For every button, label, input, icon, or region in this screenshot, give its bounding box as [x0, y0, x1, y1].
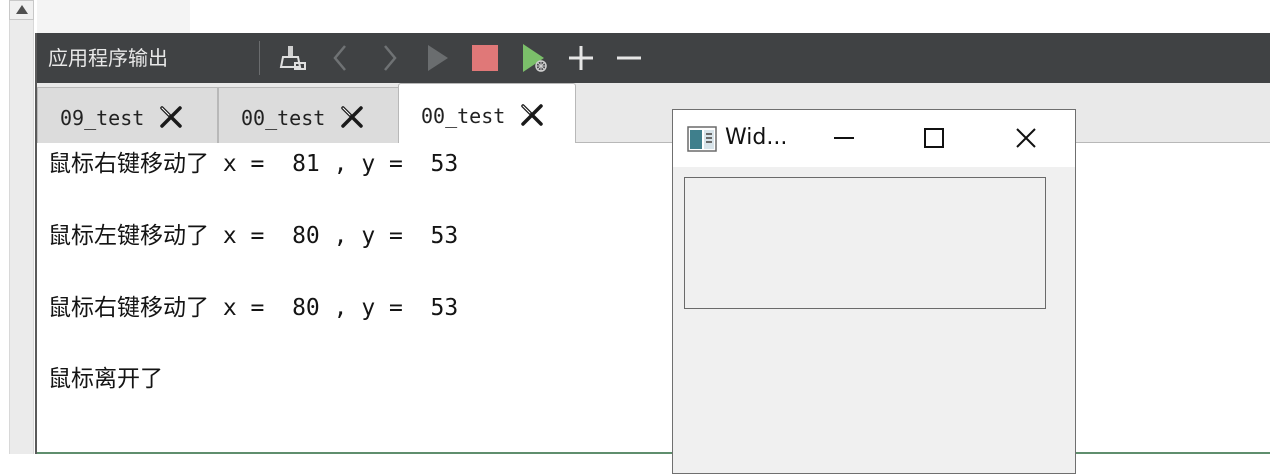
debug-run-icon: [523, 44, 547, 72]
close-icon: [1016, 128, 1036, 148]
maximize-button[interactable]: [912, 120, 956, 156]
zoom-out-button[interactable]: [611, 40, 647, 76]
tab-00-test[interactable]: 00_test: [218, 87, 399, 143]
run-button[interactable]: [419, 40, 455, 76]
below-pane-area: [0, 454, 1270, 474]
widget-window-title: Wid...: [725, 125, 788, 150]
zoom-in-button[interactable]: [563, 40, 599, 76]
clean-output-button[interactable]: [274, 40, 310, 76]
application-output-text[interactable]: 鼠标右键移动了 x = 81 , y = 53 鼠标左键移动了 x = 80 ,…: [37, 143, 1270, 454]
vertical-scrollbar[interactable]: [9, 0, 34, 474]
top-area: [0, 0, 1270, 33]
output-line: 鼠标右键移动了 x = 80 , y = 53: [48, 295, 459, 321]
scroll-up-button[interactable]: [9, 0, 34, 20]
tab-label: 00_test: [241, 106, 326, 130]
tab-label: 09_test: [60, 106, 145, 130]
tab-09-test[interactable]: 09_test: [37, 87, 218, 143]
chevron-left-icon: [333, 45, 346, 71]
tab-00-test-active[interactable]: 00_test: [398, 83, 576, 143]
stop-button[interactable]: [467, 40, 503, 76]
output-toolbar: 应用程序输出: [37, 33, 1270, 83]
broom-icon: [279, 46, 306, 70]
output-pane-title: 应用程序输出: [48, 46, 168, 70]
output-line: 鼠标左键移动了 x = 80 , y = 53: [48, 223, 459, 249]
close-button[interactable]: [1004, 120, 1048, 156]
tab-label: 00_test: [421, 104, 506, 128]
inner-frame-widget[interactable]: [684, 177, 1046, 309]
minus-icon: [617, 56, 641, 60]
maximize-icon: [924, 128, 944, 148]
stop-icon: [472, 45, 498, 71]
next-item-button[interactable]: [371, 40, 407, 76]
widget-window[interactable]: Wid...: [672, 109, 1076, 474]
chevron-right-icon: [384, 45, 397, 71]
close-tab-icon[interactable]: [158, 104, 184, 130]
arrow-up-icon: [16, 5, 28, 14]
minimize-button[interactable]: [822, 120, 866, 156]
output-line: 鼠标离开了: [48, 366, 163, 392]
pane-left-border: [35, 33, 37, 474]
output-tab-bar: 09_test 00_test 00_test: [37, 83, 1270, 143]
widget-window-titlebar[interactable]: Wid...: [673, 110, 1075, 167]
debug-run-button[interactable]: [516, 40, 552, 76]
play-icon: [428, 45, 448, 71]
plus-icon: [569, 46, 593, 70]
app-window-icon: [687, 126, 717, 152]
close-tab-icon[interactable]: [339, 104, 365, 130]
previous-item-button[interactable]: [323, 40, 359, 76]
left-strip: [0, 0, 36, 474]
qt-creator-application-output: 应用程序输出 09_test 00_test 00_test 鼠标右键移动了 x…: [0, 0, 1270, 474]
minimize-icon: [834, 137, 854, 139]
top-panel-fragment: [37, 0, 190, 33]
toolbar-separator: [259, 41, 260, 75]
output-line: 鼠标右键移动了 x = 81 , y = 53: [48, 151, 459, 177]
close-tab-icon[interactable]: [519, 102, 545, 128]
